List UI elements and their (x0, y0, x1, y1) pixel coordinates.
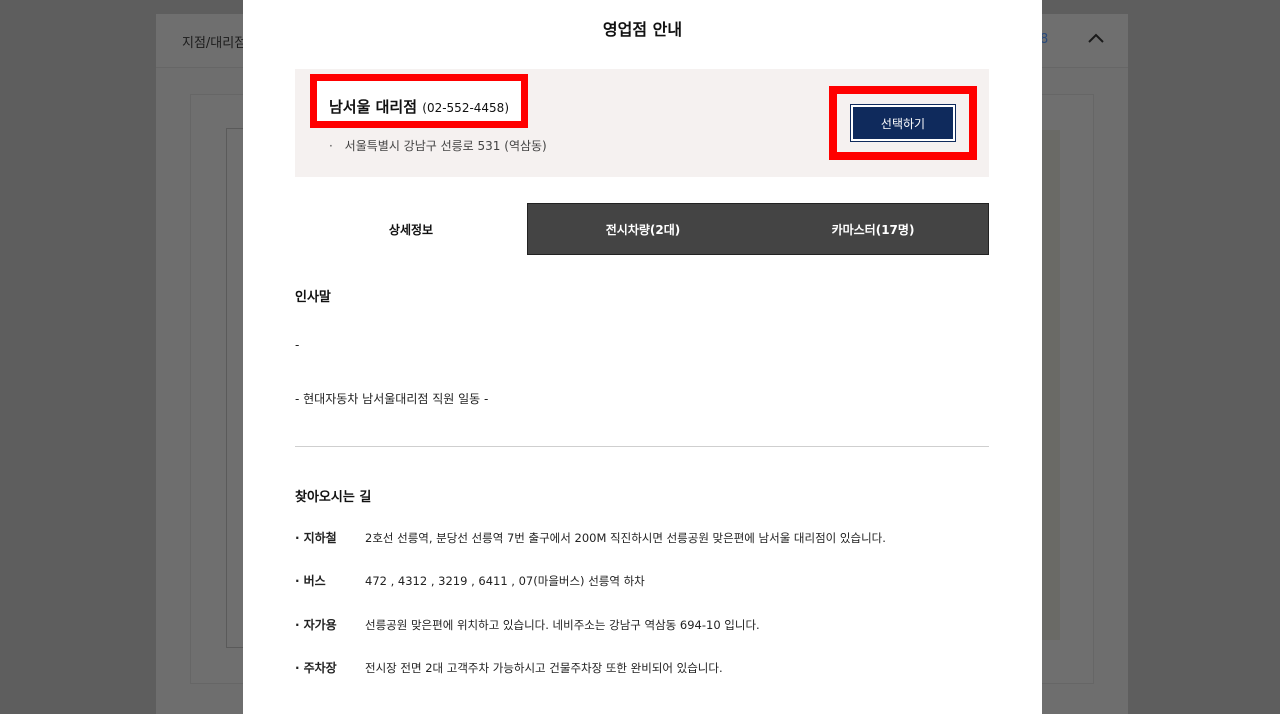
direction-row-subway: · 지하철 2호선 선릉역, 분당선 선릉역 7번 출구에서 200M 직진하시면 … (295, 529, 995, 546)
tab-display-vehicles[interactable]: 전시차량(2대) (528, 204, 758, 254)
branch-info-modal: 영업점 안내 남서울 대리점 (02-552-4458) · 서울특별시 강남구… (243, 0, 1042, 714)
section-divider (295, 446, 989, 447)
background-map (1040, 130, 1060, 640)
tab-dark-group: 전시차량(2대) 카마스터(17명) (527, 203, 989, 255)
branch-address-line: · 서울특별시 강남구 선릉로 531 (역삼동) (329, 137, 547, 154)
tab-bar: 상세정보 전시차량(2대) 카마스터(17명) (295, 203, 989, 255)
greeting-line-2: - 현대자동차 남서울대리점 직원 일동 - (295, 392, 489, 406)
branch-name: 남서울 대리점 (329, 98, 418, 116)
direction-text: 전시장 전면 2대 고객주차 가능하시고 건물주차장 또한 완비되어 있습니다. (365, 661, 723, 675)
direction-row-car: · 자가용 선릉공원 맞은편에 위치하고 있습니다. 네비주소는 강남구 역삼동 6… (295, 616, 995, 633)
tab-car-masters[interactable]: 카마스터(17명) (758, 204, 988, 254)
branch-phone: (02-552-4458) (422, 101, 510, 115)
direction-text: 선릉공원 맞은편에 위치하고 있습니다. 네비주소는 강남구 역삼동 694-1… (365, 618, 760, 632)
greeting-line-1: - (295, 338, 300, 352)
branch-name-highlight: 남서울 대리점 (02-552-4458) (310, 74, 528, 128)
chevron-up-icon (1088, 28, 1104, 47)
branch-info-box: 남서울 대리점 (02-552-4458) · 서울특별시 강남구 선릉로 53… (295, 69, 989, 177)
direction-label: · 지하철 (295, 531, 337, 545)
select-button-highlight: 선택하기 (829, 86, 977, 160)
tab-details[interactable]: 상세정보 (295, 203, 527, 255)
branch-address: 서울특별시 강남구 선릉로 531 (역삼동) (344, 139, 547, 153)
direction-label: · 주차장 (295, 661, 337, 675)
background-header-title: 지점/대리점 (182, 36, 247, 51)
direction-row-parking: · 주차장 전시장 전면 2대 고객주차 가능하시고 건물주차장 또한 완비되어 있… (295, 659, 995, 676)
select-button[interactable]: 선택하기 (850, 104, 956, 142)
greeting-title: 인사말 (295, 290, 331, 305)
directions-title: 찾아오시는 길 (295, 490, 372, 505)
direction-label: · 자가용 (295, 618, 337, 632)
bullet-icon: · (329, 139, 333, 153)
modal-title: 영업점 안내 (602, 20, 683, 39)
background-table (226, 128, 244, 648)
direction-row-bus: · 버스 472 , 4312 , 3219 , 6411 , 07(마을버스) 선… (295, 572, 995, 589)
direction-text: 472 , 4312 , 3219 , 6411 , 07(마을버스) 선릉역 … (365, 574, 645, 588)
direction-text: 2호선 선릉역, 분당선 선릉역 7번 출구에서 200M 직진하시면 선릉공원… (365, 531, 886, 545)
branch-name-line: 남서울 대리점 (02-552-4458) (329, 96, 509, 117)
direction-label: · 버스 (295, 574, 326, 588)
